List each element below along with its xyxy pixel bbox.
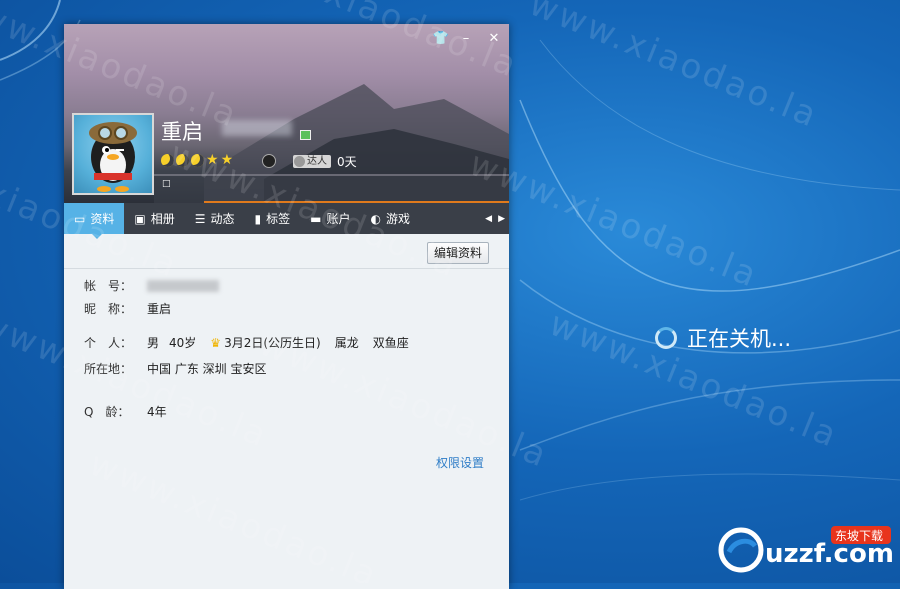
- close-button[interactable]: ✕: [484, 30, 504, 48]
- moon-icon: [161, 153, 174, 167]
- tab-label: 资料: [90, 212, 115, 226]
- age-value: 40岁: [169, 336, 197, 350]
- profile-nickname: 重启: [161, 120, 203, 144]
- feed-list-icon: ☰: [194, 211, 206, 226]
- online-status-icon: [300, 130, 311, 140]
- profile-details-panel: 编辑资料 帐 号： 昵 称： 重启 个 人： 男 40岁 ♛ 3月2日(公历生日…: [64, 234, 509, 589]
- personal-signature[interactable]: □: [162, 179, 171, 189]
- moon-icon: [191, 153, 204, 167]
- account-label: 帐 号：: [84, 279, 133, 293]
- moon-icon: [176, 153, 189, 167]
- permission-settings-link[interactable]: 权限设置: [436, 454, 484, 471]
- skin-button[interactable]: 👕: [431, 30, 451, 48]
- site-logo: uzzf.com 东坡下载: [715, 518, 895, 576]
- shutdown-status: 正在关机...: [655, 323, 791, 353]
- personal-row: 个 人： 男 40岁 ♛ 3月2日(公历生日) 属龙 双鱼座: [84, 334, 409, 351]
- photo-album-icon: ▣: [134, 211, 146, 226]
- tab-scroll-arrows: ◀ ▶: [485, 203, 505, 234]
- shirt-icon: 👕: [432, 31, 450, 46]
- daren-label: 达人: [293, 154, 331, 168]
- location-label: 所在地：: [84, 362, 133, 376]
- crown-icon: ♛: [210, 335, 222, 350]
- blurred-qq-number: [222, 120, 292, 136]
- loading-spinner-icon: [655, 327, 677, 349]
- daren-badge[interactable]: 达人 0天: [293, 153, 357, 169]
- daren-days: 0天: [337, 154, 357, 169]
- tab-label: 标签: [266, 212, 291, 226]
- profile-header: 👕 – ✕ 重启 ★ ★ 达人 0天 □: [64, 24, 509, 203]
- qage-value: 4年: [147, 405, 167, 419]
- blurred-account-number: [147, 279, 219, 292]
- nickname-label: 昵 称：: [84, 302, 133, 316]
- shutdown-text: 正在关机...: [687, 327, 792, 351]
- location-row: 所在地： 中国 广东 深圳 宝安区: [84, 360, 266, 377]
- edit-profile-button[interactable]: 编辑资料: [427, 242, 489, 264]
- active-tab-caret: [92, 234, 102, 239]
- constellation-value: 双鱼座: [372, 336, 409, 350]
- tab-label: 动态: [210, 212, 235, 226]
- tab-tags[interactable]: ▮ 标签: [245, 203, 301, 234]
- nickname-row: 昵 称： 重启: [84, 300, 171, 317]
- penguin-badge-icon[interactable]: [262, 154, 276, 168]
- scroll-right-icon[interactable]: ▶: [498, 214, 505, 224]
- logo-badge-text: 东坡下载: [835, 529, 883, 543]
- qq-profile-window: 👕 – ✕ 重启 ★ ★ 达人 0天 □ ▭ 资料 ▣ 相册 ☰ 动态 ▮ 标签…: [64, 24, 509, 589]
- tab-account[interactable]: ▬ 账户: [300, 203, 360, 234]
- penguin-pilot-avatar-icon: [89, 122, 137, 192]
- location-value: 中国 广东 深圳 宝安区: [147, 362, 267, 376]
- tab-feed[interactable]: ☰ 动态: [185, 203, 245, 234]
- qage-label: Q 龄：: [84, 405, 130, 419]
- gender-value: 男: [147, 336, 160, 350]
- watermark-text: www.xiaodao.la: [523, 0, 825, 137]
- zodiac-value: 属龙: [334, 336, 359, 350]
- tab-games[interactable]: ◐ 游戏: [360, 203, 420, 234]
- tab-album[interactable]: ▣ 相册: [124, 203, 184, 234]
- qage-row: Q 龄： 4年: [84, 403, 167, 420]
- minimize-button[interactable]: –: [456, 30, 476, 48]
- tab-label: 账户: [326, 212, 351, 226]
- tab-profile[interactable]: ▭ 资料: [64, 203, 125, 234]
- scroll-left-icon[interactable]: ◀: [485, 214, 492, 224]
- qq-level-badges[interactable]: ★ ★: [161, 152, 233, 168]
- avatar[interactable]: [72, 113, 154, 195]
- profile-tab-bar: ▭ 资料 ▣ 相册 ☰ 动态 ▮ 标签 ▬ 账户 ◐ 游戏 ◀ ▶: [64, 203, 509, 234]
- wallet-icon: ▬: [310, 211, 322, 226]
- tab-label: 游戏: [385, 212, 410, 226]
- divider: [64, 268, 509, 269]
- game-icon: ◐: [370, 211, 381, 226]
- star-icon: ★: [220, 152, 234, 168]
- personal-label: 个 人：: [84, 336, 133, 350]
- nickname-value: 重启: [147, 302, 172, 316]
- uzzf-logo-icon: uzzf.com 东坡下载: [718, 526, 894, 573]
- star-icon: ★: [206, 152, 219, 168]
- account-row: 帐 号：: [84, 277, 219, 294]
- tab-label: 相册: [150, 212, 175, 226]
- profile-card-icon: ▭: [74, 211, 86, 226]
- bookmark-icon: ▮: [254, 211, 262, 226]
- birthday-value: 3月2日(公历生日): [224, 336, 321, 350]
